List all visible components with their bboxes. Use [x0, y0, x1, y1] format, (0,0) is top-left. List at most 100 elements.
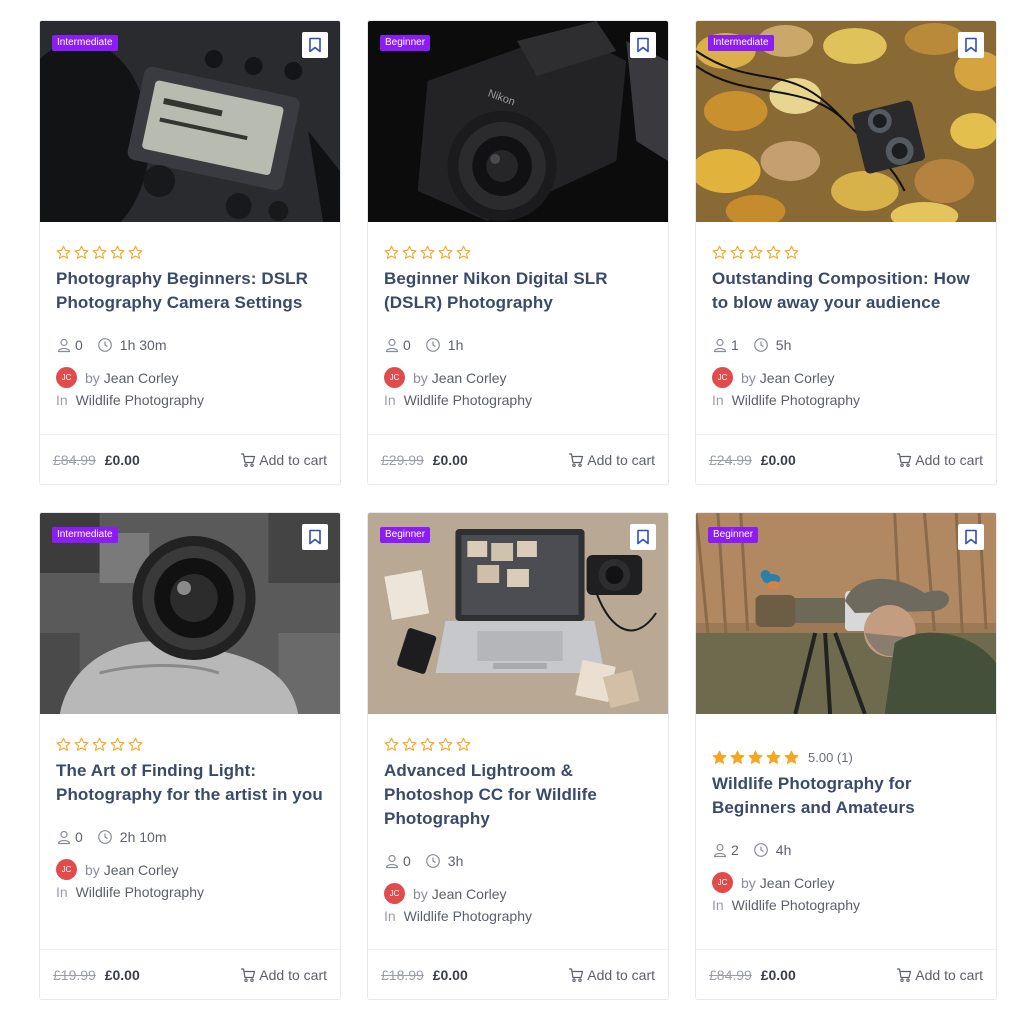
user-icon	[712, 337, 728, 353]
clock-icon	[97, 337, 113, 353]
course-title[interactable]: Outstanding Composition: How to blow awa…	[712, 267, 980, 315]
star-empty-icon	[456, 245, 471, 259]
add-to-cart-label: Add to cart	[915, 966, 983, 983]
cart-icon	[569, 452, 584, 467]
user-icon	[56, 829, 72, 845]
course-meta: 1 5h	[712, 337, 980, 353]
add-to-cart-button[interactable]: Add to cart	[568, 452, 655, 468]
user-icon	[712, 842, 728, 858]
author-link[interactable]: Jean Corley	[760, 370, 835, 386]
add-to-cart-button[interactable]: Add to cart	[568, 967, 655, 983]
in-label: In	[384, 908, 396, 924]
clock-icon	[425, 853, 441, 869]
add-to-cart-button[interactable]: Add to cart	[896, 452, 983, 468]
laptop-desk-image	[368, 513, 668, 714]
rating-stars	[712, 242, 980, 262]
cart-icon	[569, 967, 584, 982]
star-filled-icon	[748, 750, 763, 764]
star-empty-icon	[456, 737, 471, 751]
course-title[interactable]: Beginner Nikon Digital SLR (DSLR) Photog…	[384, 267, 652, 315]
category-link[interactable]: Wildlife Photography	[76, 392, 204, 408]
bookmark-icon	[637, 37, 649, 53]
bookmark-button[interactable]	[958, 32, 984, 58]
author-link[interactable]: Jean Corley	[760, 875, 835, 891]
author-link[interactable]: Jean Corley	[432, 886, 507, 902]
rating-stars	[384, 242, 652, 262]
course-thumbnail[interactable]: Beginner	[368, 513, 668, 714]
category-link[interactable]: Wildlife Photography	[76, 884, 204, 900]
star-empty-icon	[74, 245, 89, 259]
bookmark-button[interactable]	[302, 32, 328, 58]
bookmark-button[interactable]	[630, 524, 656, 550]
course-card[interactable]: Beginner 5.00 (1) Wildlife Photography f…	[695, 512, 997, 1000]
price: £29.99 £0.00	[381, 452, 468, 468]
lens-in-hand-image	[40, 513, 340, 714]
price: £24.99 £0.00	[709, 452, 796, 468]
bookmark-button[interactable]	[958, 524, 984, 550]
course-duration: 1h	[447, 337, 464, 353]
course-category: In Wildlife Photography	[56, 392, 324, 408]
course-card[interactable]: Intermediate Photography Beginners: DSLR…	[39, 20, 341, 485]
student-count: 0	[403, 337, 411, 353]
star-empty-icon	[438, 245, 453, 259]
course-thumbnail[interactable]: Beginner	[696, 513, 996, 714]
course-thumbnail[interactable]: Intermediate	[40, 513, 340, 714]
star-empty-icon	[128, 737, 143, 751]
course-title[interactable]: The Art of Finding Light: Photography fo…	[56, 759, 324, 807]
current-price: £0.00	[760, 966, 796, 983]
bookmark-button[interactable]	[302, 524, 328, 550]
avatar[interactable]: JC	[712, 872, 733, 893]
rating-stars	[56, 242, 324, 262]
user-icon	[56, 337, 72, 353]
author-link[interactable]: Jean Corley	[432, 370, 507, 386]
avatar[interactable]: JC	[384, 367, 405, 388]
category-link[interactable]: Wildlife Photography	[732, 897, 860, 913]
course-thumbnail[interactable]: Intermediate	[40, 21, 340, 222]
course-author: JC by Jean Corley	[56, 859, 324, 880]
card-footer: £84.99 £0.00 Add to cart	[40, 434, 340, 484]
bookmark-icon	[309, 529, 321, 545]
old-price: £29.99	[381, 451, 424, 468]
avatar[interactable]: JC	[56, 367, 77, 388]
category-link[interactable]: Wildlife Photography	[404, 908, 532, 924]
course-author: JC by Jean Corley	[712, 367, 980, 388]
course-category: In Wildlife Photography	[384, 908, 652, 924]
cart-icon	[241, 967, 256, 982]
price: £84.99 £0.00	[709, 967, 796, 983]
course-card[interactable]: Intermediate Outstanding Composition: Ho…	[695, 20, 997, 485]
avatar[interactable]: JC	[56, 859, 77, 880]
avatar[interactable]: JC	[384, 883, 405, 904]
course-title[interactable]: Advanced Lightroom & Photoshop CC for Wi…	[384, 759, 652, 831]
star-empty-icon	[766, 245, 781, 259]
course-card[interactable]: Nikon Beginner Beginner Nikon Digital SL…	[367, 20, 669, 485]
course-category: In Wildlife Photography	[56, 884, 324, 900]
author-link[interactable]: Jean Corley	[104, 862, 179, 878]
add-to-cart-label: Add to cart	[587, 451, 655, 468]
course-title[interactable]: Wildlife Photography for Beginners and A…	[712, 772, 980, 820]
category-link[interactable]: Wildlife Photography	[732, 392, 860, 408]
category-link[interactable]: Wildlife Photography	[404, 392, 532, 408]
star-empty-icon	[110, 245, 125, 259]
bookmark-button[interactable]	[630, 32, 656, 58]
old-price: £24.99	[709, 451, 752, 468]
add-to-cart-button[interactable]: Add to cart	[240, 452, 327, 468]
star-filled-icon	[766, 750, 781, 764]
by-label: by	[85, 369, 100, 386]
star-empty-icon	[56, 245, 71, 259]
student-count: 1	[731, 337, 739, 353]
add-to-cart-button[interactable]: Add to cart	[240, 967, 327, 983]
course-card[interactable]: Beginner Advanced Lightroom & Photoshop …	[367, 512, 669, 1000]
course-card[interactable]: Intermediate The Art of Finding Light: P…	[39, 512, 341, 1000]
by-label: by	[413, 369, 428, 386]
author-link[interactable]: Jean Corley	[104, 370, 179, 386]
nikon-camera-image: Nikon	[368, 21, 668, 222]
price: £84.99 £0.00	[53, 452, 140, 468]
course-title[interactable]: Photography Beginners: DSLR Photography …	[56, 267, 324, 315]
course-thumbnail[interactable]: Nikon Beginner	[368, 21, 668, 222]
add-to-cart-label: Add to cart	[259, 966, 327, 983]
card-footer: £24.99 £0.00 Add to cart	[696, 434, 996, 484]
avatar[interactable]: JC	[712, 367, 733, 388]
course-thumbnail[interactable]: Intermediate	[696, 21, 996, 222]
clock-icon	[753, 337, 769, 353]
add-to-cart-button[interactable]: Add to cart	[896, 967, 983, 983]
